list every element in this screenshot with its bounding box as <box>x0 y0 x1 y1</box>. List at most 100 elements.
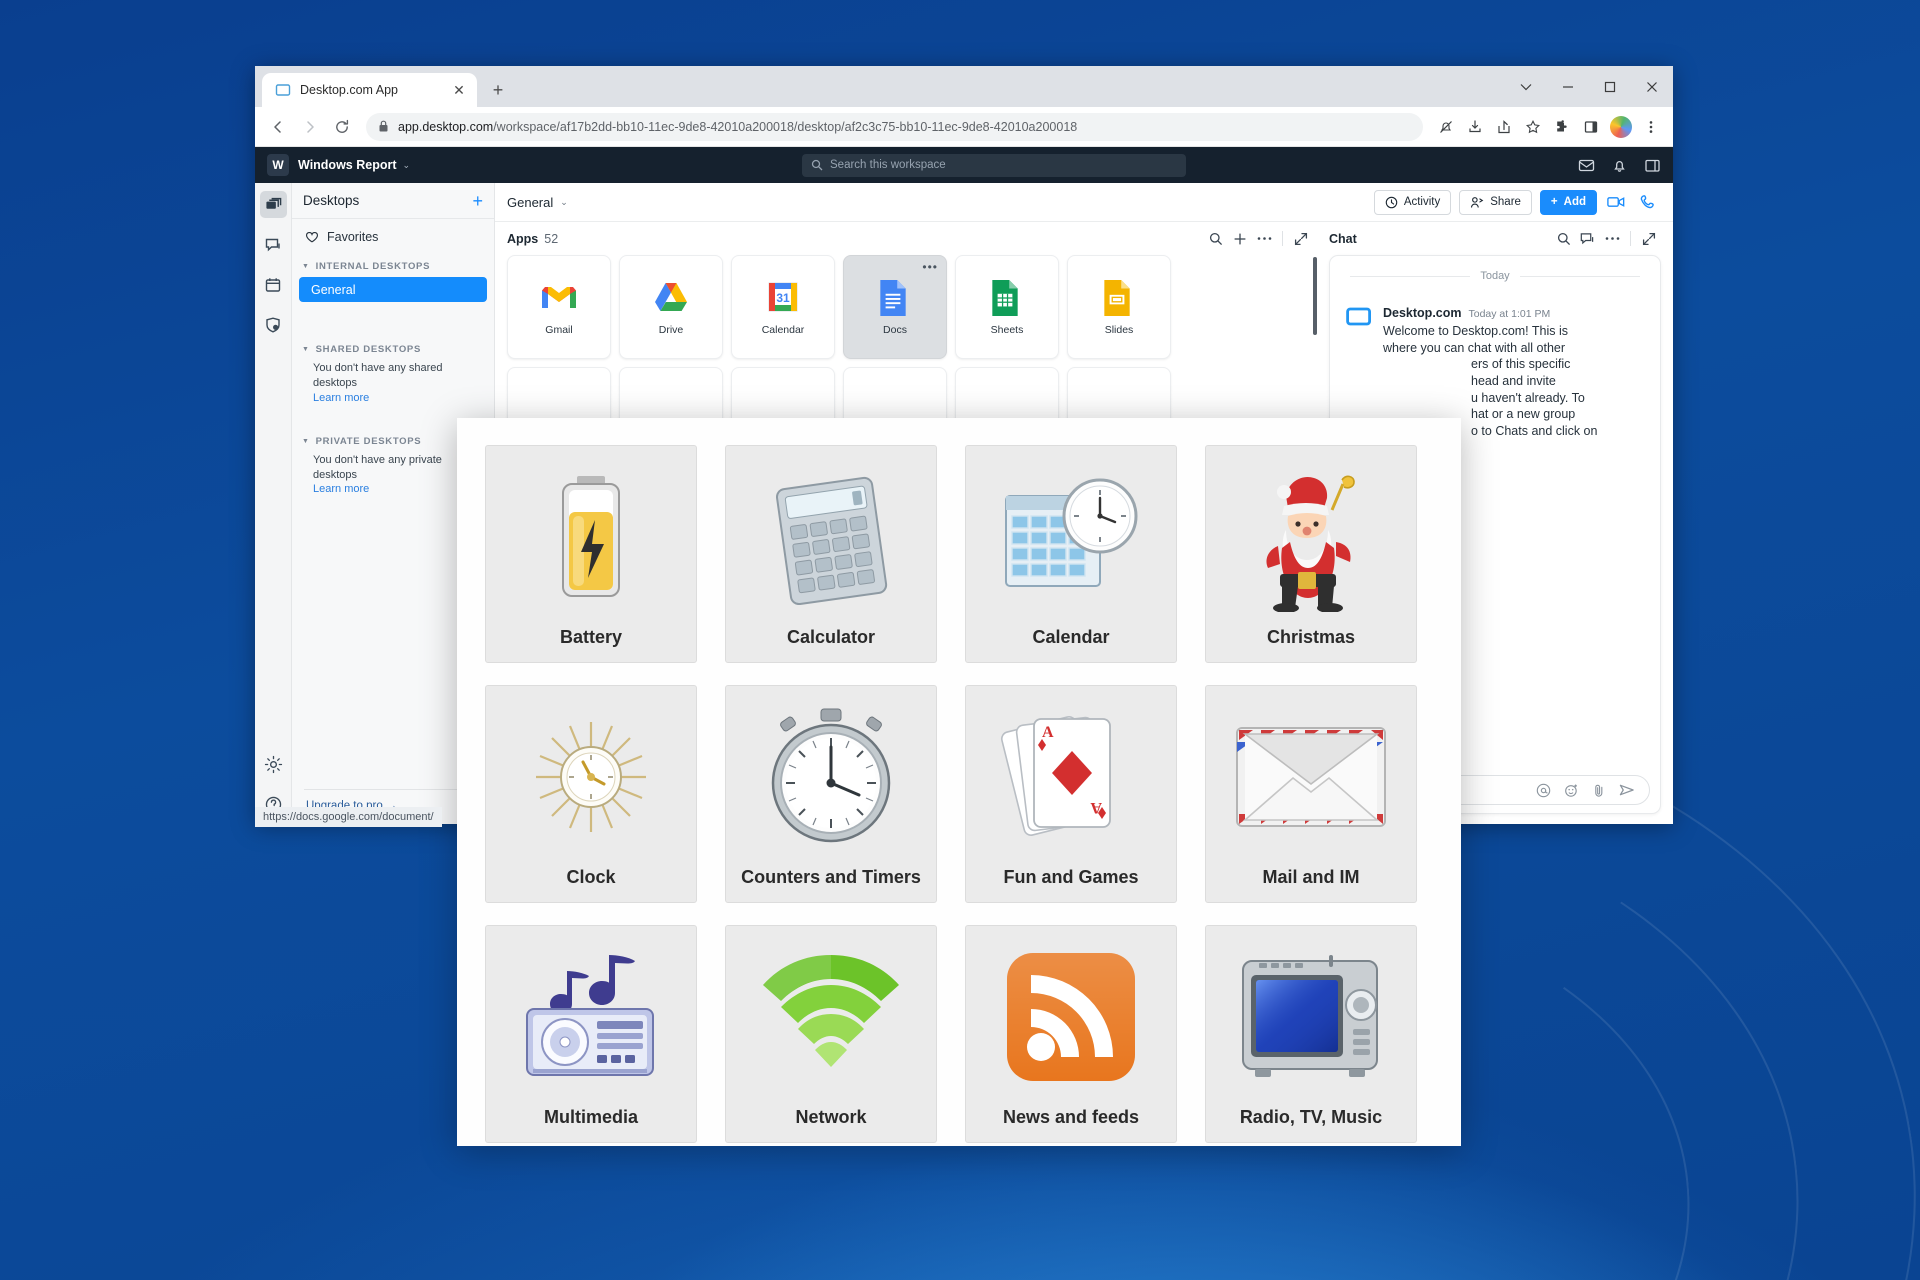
video-call-button[interactable] <box>1603 190 1629 215</box>
sidebar-item-vault[interactable] <box>260 311 287 338</box>
picker-cell-news-and-feeds[interactable]: News and feeds <box>965 925 1177 1143</box>
clock-icon <box>1385 196 1398 209</box>
group-header-internal[interactable]: ▼ INTERNAL DESKTOPS <box>292 253 494 275</box>
app-tile-calendar[interactable]: 31 Calendar <box>731 255 835 359</box>
activity-button[interactable]: Activity <box>1373 189 1452 215</box>
picker-cell-mail-and-im[interactable]: Mail and IM <box>1205 685 1417 903</box>
apps-scrollbar[interactable] <box>1313 257 1317 335</box>
new-tab-button[interactable]: + <box>483 75 513 105</box>
bookmark-star-icon[interactable] <box>1519 113 1547 141</box>
google-sheets-icon <box>989 279 1025 316</box>
workspace-name[interactable]: Windows Report <box>298 158 397 172</box>
install-app-icon[interactable] <box>1461 113 1489 141</box>
chevron-down-icon[interactable]: ⌄ <box>560 197 568 208</box>
svg-text:31: 31 <box>776 291 790 305</box>
wifi-signal-icon <box>726 926 936 1107</box>
forward-icon[interactable] <box>295 112 325 142</box>
attachment-icon[interactable] <box>1592 783 1606 798</box>
battery-icon <box>486 446 696 627</box>
sundial-clock-icon <box>486 686 696 867</box>
app-tile-gmail[interactable]: Gmail <box>507 255 611 359</box>
desktops-panel-title: Desktops <box>303 193 360 208</box>
workspace-search-input[interactable]: Search this workspace <box>802 153 1187 177</box>
picker-cell-network[interactable]: Network <box>725 925 937 1143</box>
picker-cell-clock[interactable]: Clock <box>485 685 697 903</box>
desktop-item-general[interactable]: General <box>299 277 487 302</box>
picker-cell-label: Multimedia <box>543 1107 638 1127</box>
desktops-panel-header: Desktops + <box>292 183 494 219</box>
minimize-button[interactable] <box>1547 66 1589 107</box>
playing-cards-icon: A A <box>966 686 1176 867</box>
maximize-button[interactable] <box>1589 66 1631 107</box>
app-tile-docs[interactable]: ••• Docs <box>843 255 947 359</box>
add-desktop-button[interactable]: + <box>472 192 483 210</box>
wall-calendar-clock-icon <box>966 446 1176 627</box>
app-tile-sheets[interactable]: Sheets <box>955 255 1059 359</box>
side-panel-icon[interactable] <box>1577 113 1605 141</box>
picker-cell-radio-tv-music[interactable]: Radio, TV, Music <box>1205 925 1417 1143</box>
layout-panel-icon[interactable] <box>1644 157 1661 174</box>
tab-search-icon[interactable] <box>1505 66 1547 107</box>
sidebar-item-calendar[interactable] <box>260 271 287 298</box>
inbox-icon[interactable] <box>1578 157 1595 174</box>
picker-cell-multimedia[interactable]: Multimedia <box>485 925 697 1143</box>
reload-icon[interactable] <box>327 112 357 142</box>
shared-learn-more-link[interactable]: Learn more <box>292 391 494 404</box>
new-chat-icon[interactable] <box>1576 228 1600 250</box>
chevron-down-icon: ▼ <box>302 437 310 445</box>
send-icon[interactable] <box>1619 783 1635 797</box>
picker-cell-battery[interactable]: Battery <box>485 445 697 663</box>
favorites-item[interactable]: Favorites <box>292 219 494 253</box>
sidebar-item-desktops[interactable] <box>259 191 287 218</box>
address-bar[interactable]: app.desktop.com/workspace/af17b2dd-bb10-… <box>366 112 1423 141</box>
close-icon[interactable]: ✕ <box>450 81 468 99</box>
group-header-shared[interactable]: ▼ SHARED DESKTOPS <box>292 336 494 358</box>
desktops-stack-icon <box>265 196 282 213</box>
picker-cell-counters-and-timers[interactable]: Counters and Timers <box>725 685 937 903</box>
picker-cell-christmas[interactable]: Christmas <box>1205 445 1417 663</box>
extensions-icon[interactable] <box>1548 113 1576 141</box>
chat-more-horizontal-icon[interactable] <box>1600 228 1624 250</box>
chat-expand-icon[interactable] <box>1637 228 1661 250</box>
picker-cell-calendar[interactable]: Calendar <box>965 445 1177 663</box>
workspace-logo[interactable]: W <box>267 154 289 176</box>
apps-add-icon[interactable] <box>1228 228 1252 250</box>
mention-icon[interactable] <box>1536 783 1551 798</box>
apps-expand-icon[interactable] <box>1289 228 1313 250</box>
profile-avatar[interactable] <box>1610 115 1632 138</box>
phone-call-button[interactable] <box>1635 190 1661 215</box>
calendar-icon <box>264 276 282 294</box>
picker-cell-calculator[interactable]: Calculator <box>725 445 937 663</box>
bell-icon[interactable] <box>1611 157 1628 174</box>
app-tile-slides[interactable]: Slides <box>1067 255 1171 359</box>
app-top-bar-actions <box>1578 157 1661 174</box>
picker-cell-fun-and-games[interactable]: A A Fun and Games <box>965 685 1177 903</box>
gear-icon <box>264 755 283 774</box>
video-camera-icon <box>1607 195 1625 209</box>
picker-cell-label: Radio, TV, Music <box>1239 1107 1383 1127</box>
sidebar-item-chats[interactable] <box>260 231 287 258</box>
close-button[interactable] <box>1631 66 1673 107</box>
chat-day-label: Today <box>1480 270 1510 282</box>
browser-tab[interactable]: Desktop.com App ✕ <box>262 73 477 107</box>
emoji-icon[interactable] <box>1564 783 1579 798</box>
apps-more-horizontal-icon[interactable] <box>1252 228 1276 250</box>
back-icon[interactable] <box>263 112 293 142</box>
app-tile-more-icon[interactable]: ••• <box>922 261 938 273</box>
share-button[interactable]: Share <box>1459 189 1532 215</box>
app-tile-drive[interactable]: Drive <box>619 255 723 359</box>
apps-grid: Gmail Drive 31 Calendar ••• Docs Sheets … <box>507 255 1317 359</box>
current-desktop-name[interactable]: General <box>507 195 553 210</box>
add-button[interactable]: + Add <box>1539 189 1597 215</box>
chevron-down-icon[interactable]: ⌄ <box>403 160 411 171</box>
search-icon <box>811 159 823 171</box>
bell-off-icon[interactable] <box>1432 113 1460 141</box>
picker-cell-label: Battery <box>559 627 623 647</box>
apps-panel-title: Apps <box>507 231 539 246</box>
share-icon[interactable] <box>1490 113 1518 141</box>
apps-search-icon[interactable] <box>1204 228 1228 250</box>
chat-search-icon[interactable] <box>1552 228 1576 250</box>
sidebar-item-settings[interactable] <box>260 751 287 778</box>
browser-menu-icon[interactable] <box>1637 113 1665 141</box>
people-icon <box>1470 196 1484 209</box>
